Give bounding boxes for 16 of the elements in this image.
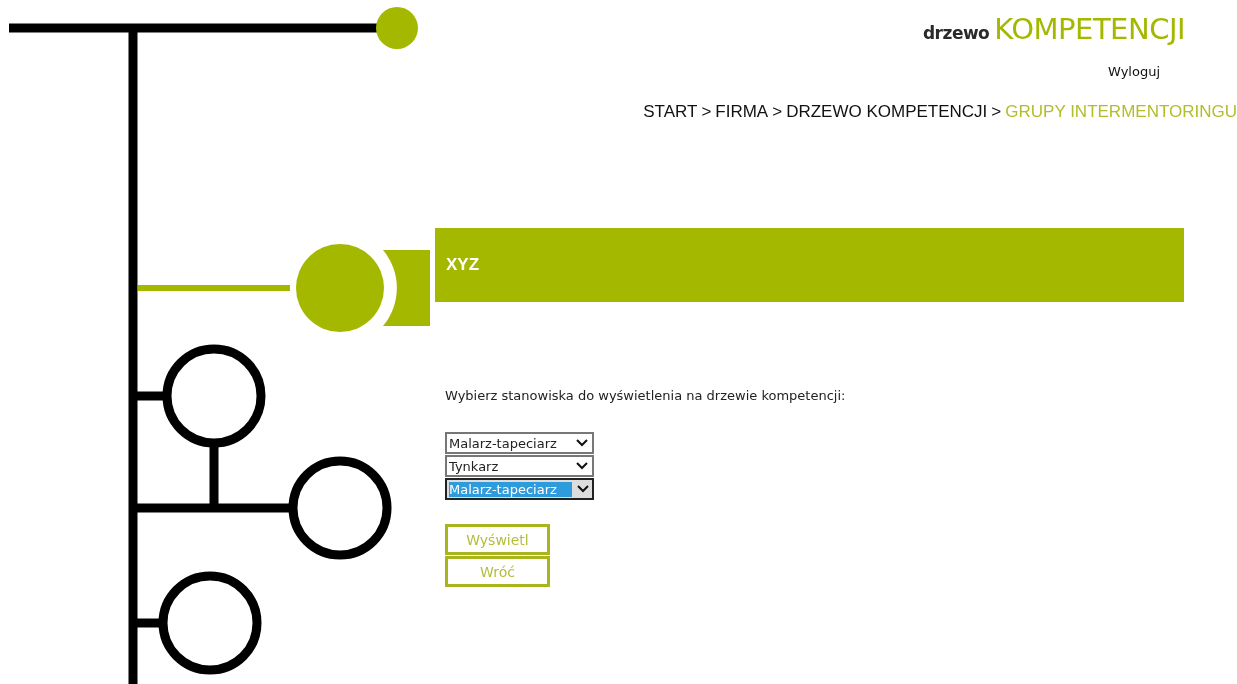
position-dropdown[interactable]: Tynkarz [445, 455, 594, 477]
logo-prefix: drzewo [922, 23, 990, 43]
prompt-text: Wybierz stanowiska do wyświetlenia na drzewie kompetencji: [445, 388, 846, 403]
logout-link[interactable]: Wyloguj [1108, 64, 1160, 79]
breadcrumb-separator: > [700, 102, 713, 122]
chevron-icon [576, 462, 588, 470]
breadcrumb-separator: > [990, 102, 1003, 122]
chevron-icon [576, 439, 588, 447]
breadcrumb-link[interactable]: START [643, 102, 698, 122]
chevron-icon [577, 485, 589, 493]
breadcrumb-link[interactable]: DRZEWO KOMPETENCJI [786, 102, 988, 122]
position-dropdown[interactable]: Malarz-tapeciarz [445, 432, 594, 454]
breadcrumb-link[interactable]: FIRMA [715, 102, 769, 122]
breadcrumb-separator: > [771, 102, 784, 122]
banner-title: XYZ [446, 255, 480, 275]
logo-title: KOMPETENCJI [994, 12, 1185, 46]
